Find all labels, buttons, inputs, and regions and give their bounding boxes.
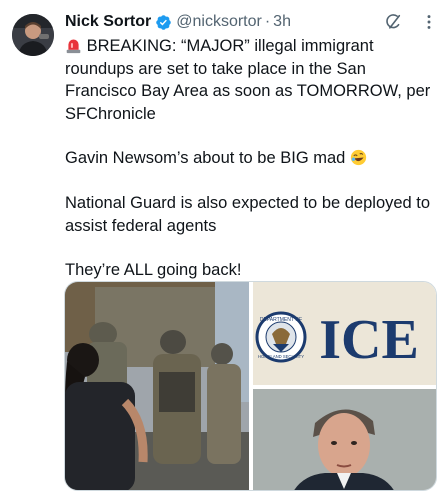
media-photo-newsom[interactable] bbox=[253, 389, 436, 490]
avatar-image bbox=[12, 14, 54, 56]
ice-sign-text: ICE bbox=[319, 309, 419, 371]
media-grid: DEPARTMENT OF HOMELAND SECURITY ICE bbox=[64, 281, 437, 491]
media-photo-ice-sign[interactable]: DEPARTMENT OF HOMELAND SECURITY ICE bbox=[253, 282, 436, 385]
timestamp[interactable]: 3h bbox=[273, 13, 291, 31]
tweet-paragraph-1: BREAKING: “MAJOR” illegal immigrant roun… bbox=[65, 35, 437, 125]
ice-sign-photo: DEPARTMENT OF HOMELAND SECURITY ICE bbox=[253, 282, 436, 385]
tweet-paragraph-4: They’re ALL going back! bbox=[65, 259, 437, 282]
tweet-paragraph-3: National Guard is also expected to be de… bbox=[65, 192, 437, 237]
author-name[interactable]: Nick Sortor bbox=[65, 13, 151, 31]
tweet-line-going-back: They’re ALL going back! bbox=[65, 261, 242, 280]
tweet-header: Nick Sortor @nicksortor · 3h bbox=[65, 12, 291, 32]
grok-icon[interactable] bbox=[384, 13, 402, 31]
more-icon[interactable] bbox=[420, 13, 438, 31]
avatar[interactable] bbox=[12, 14, 54, 56]
separator-dot: · bbox=[264, 13, 271, 30]
verified-badge-icon bbox=[156, 14, 172, 30]
media-photo-agents[interactable] bbox=[65, 282, 249, 490]
agents-photo bbox=[65, 282, 249, 490]
seal-bottom-text: HOMELAND SECURITY bbox=[258, 354, 304, 359]
author-handle[interactable]: @nicksortor bbox=[176, 13, 262, 31]
tweet-line-guard: National Guard is also expected to be de… bbox=[65, 193, 431, 235]
rofl-emoji-icon bbox=[350, 150, 367, 166]
newsom-photo bbox=[253, 389, 436, 490]
tweet-paragraph-2: Gavin Newsom’s about to be BIG mad bbox=[65, 147, 437, 170]
tweet-line-breaking: BREAKING: “MAJOR” illegal immigrant roun… bbox=[65, 37, 431, 123]
tweet-line-newsom: Gavin Newsom’s about to be BIG mad bbox=[65, 149, 346, 168]
siren-emoji-icon bbox=[66, 39, 81, 54]
tweet-text: BREAKING: “MAJOR” illegal immigrant roun… bbox=[65, 35, 437, 282]
seal-top-text: DEPARTMENT OF bbox=[260, 317, 302, 323]
